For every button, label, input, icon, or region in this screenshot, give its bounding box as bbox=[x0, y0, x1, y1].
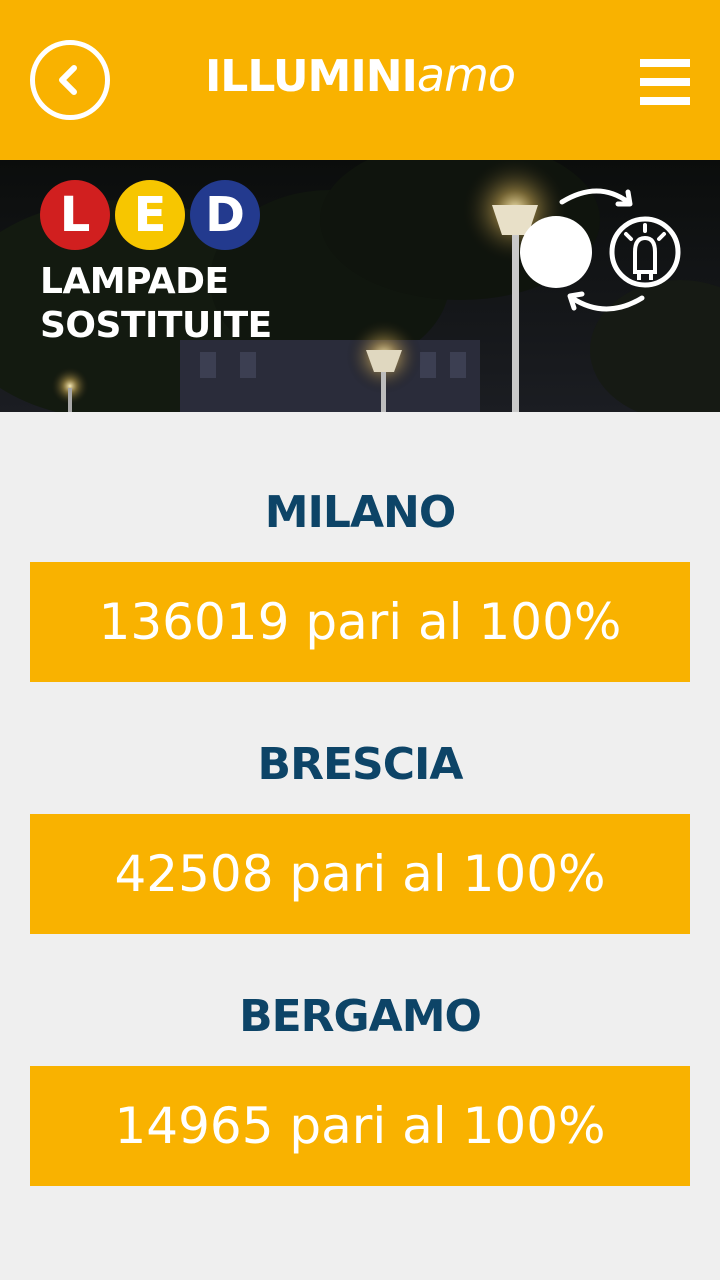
city-value-brescia: 42508 pari al 100% bbox=[30, 814, 690, 934]
banner-title: LAMPADE SOSTITUITE bbox=[40, 260, 272, 348]
led-letter-d: D bbox=[190, 180, 260, 250]
brand-light-text: amo bbox=[416, 48, 516, 102]
banner-title-line1: LAMPADE bbox=[40, 261, 229, 302]
city-title-milano: MILANO bbox=[264, 487, 456, 538]
city-title-brescia: BRESCIA bbox=[257, 739, 464, 790]
hamburger-menu-icon[interactable] bbox=[640, 59, 690, 105]
banner-title-line2: SOSTITUITE bbox=[40, 305, 272, 346]
brand-bold-text: ILLUMINI bbox=[204, 51, 418, 102]
led-letter-e: E bbox=[115, 180, 185, 250]
city-value-milano: 136019 pari al 100% bbox=[30, 562, 690, 682]
app-logo: ILLUMINIamo bbox=[0, 52, 720, 99]
led-letter-l: L bbox=[40, 180, 110, 250]
app-header: ILLUMINIamo bbox=[0, 0, 720, 160]
lamp-replace-icon bbox=[520, 188, 681, 312]
led-banner: L E D LAMPADE SOSTITUITE bbox=[0, 160, 720, 412]
city-title-bergamo: BERGAMO bbox=[239, 991, 482, 1042]
city-value-bergamo: 14965 pari al 100% bbox=[30, 1066, 690, 1186]
